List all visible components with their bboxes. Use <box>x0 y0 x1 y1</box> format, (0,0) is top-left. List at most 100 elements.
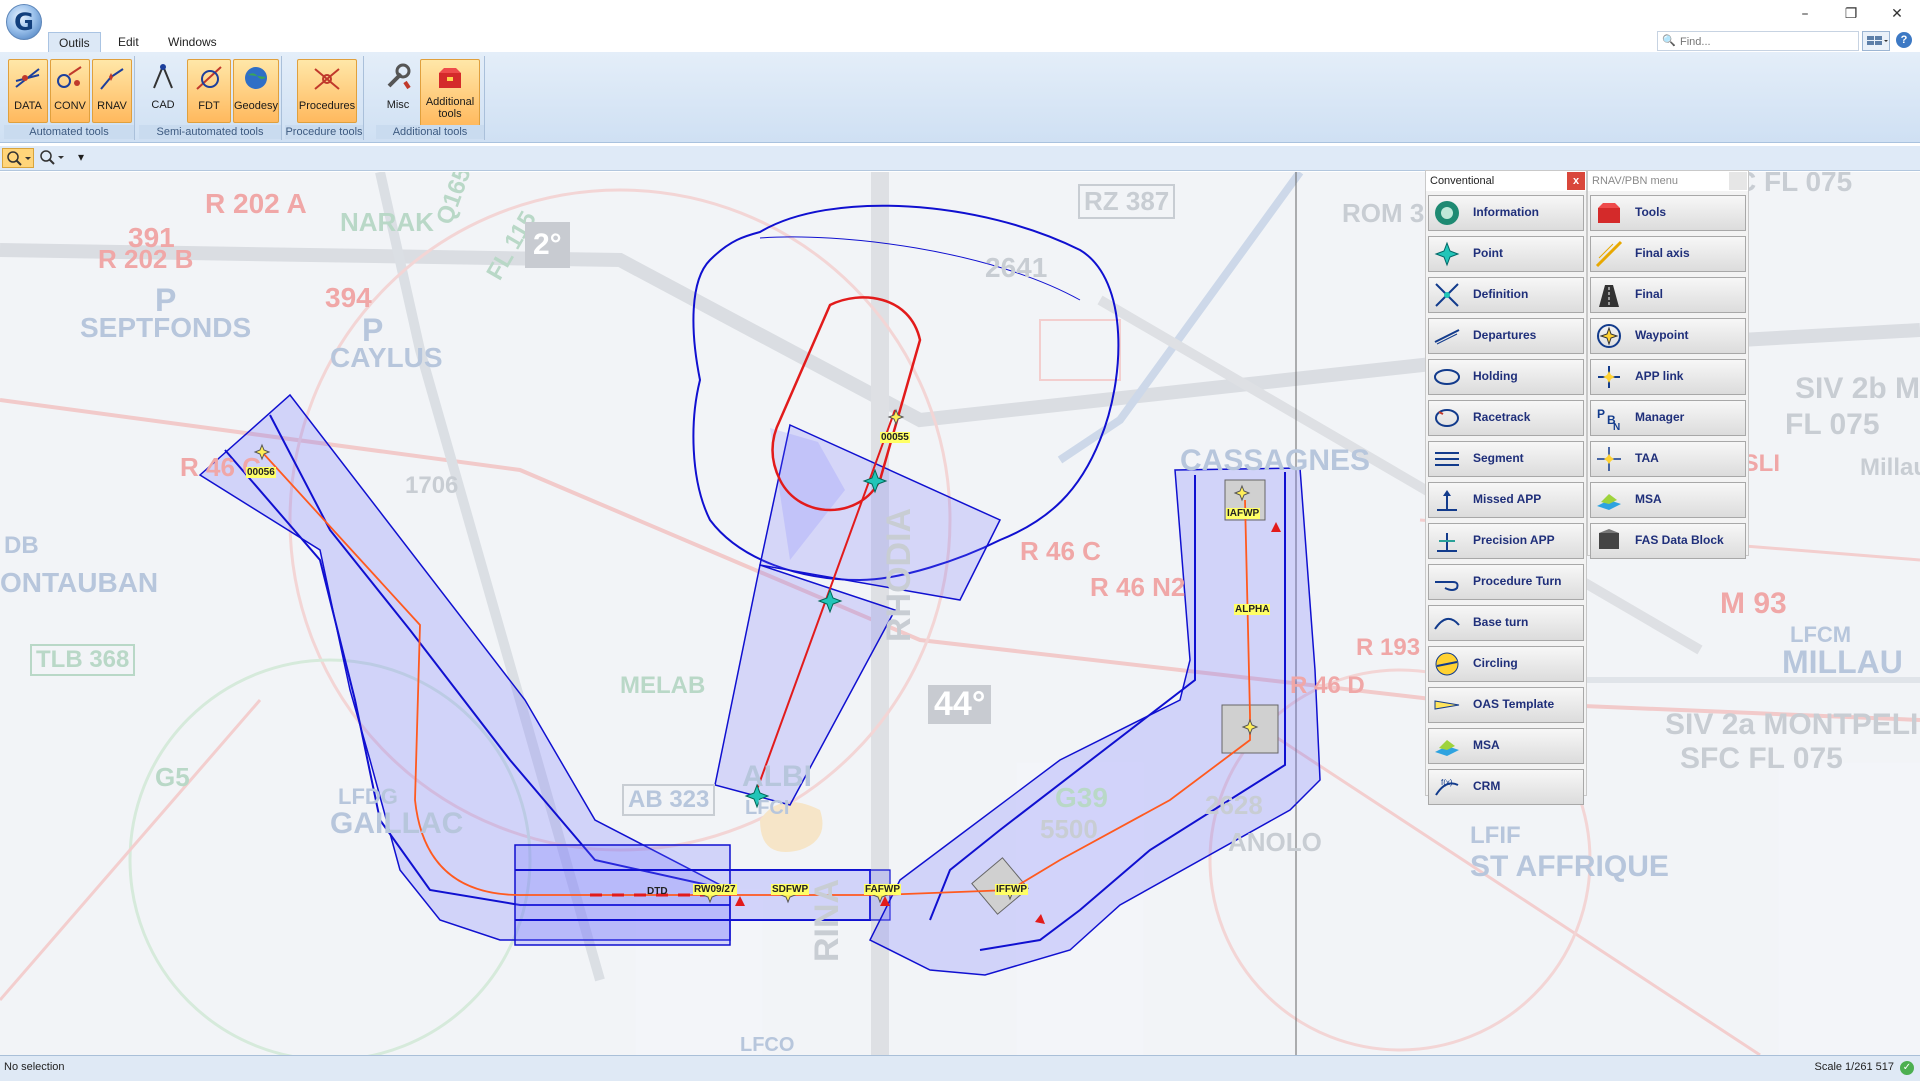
conventional-panel-title: Conventional <box>1426 171 1586 191</box>
conventional-item-label: Definition <box>1473 287 1529 301</box>
zoom-tool-button[interactable] <box>36 148 66 166</box>
procedures-label: Procedures <box>298 100 356 112</box>
map-label: ANOLO <box>1228 827 1322 857</box>
conventional-crm-button[interactable]: f(x) CRM <box>1428 769 1584 805</box>
map-label: NARAK <box>340 207 434 237</box>
geodesy-button[interactable]: Geodesy <box>233 59 279 123</box>
ribbon-group-label: Procedure tools <box>285 125 363 139</box>
map-label: SIV 2b M <box>1795 372 1920 405</box>
rnav-item-label: Waypoint <box>1635 328 1689 342</box>
rnav-final-axis-button[interactable]: Final axis <box>1590 236 1746 272</box>
zoom-tool-icon <box>40 150 64 165</box>
search-icon: 🔍 <box>1662 35 1676 47</box>
ribbon-group-additional: Misc Additional tools Additional tools <box>376 56 485 140</box>
point-icon <box>1434 241 1460 267</box>
app-logo-button[interactable]: G <box>6 4 42 40</box>
rnav-item-label: MSA <box>1635 492 1662 506</box>
conventional-item-label: Circling <box>1473 656 1518 670</box>
cad-label: CAD <box>151 99 175 111</box>
rnav-app-link-button[interactable]: APP link <box>1590 359 1746 395</box>
help-button[interactable]: ? <box>1896 32 1912 48</box>
rnav-waypoint-button[interactable]: Waypoint <box>1590 318 1746 354</box>
rnav-item-label: Manager <box>1635 410 1685 424</box>
map-label: ALBI <box>742 760 812 793</box>
waypoint-label-00055[interactable]: 00055 <box>880 432 910 443</box>
map-label: RHODIA <box>880 507 918 642</box>
rnav-manager-button[interactable]: P B N Manager <box>1590 400 1746 436</box>
waypoint-label-runway[interactable]: RW09/27 <box>693 884 737 895</box>
conventional-msa-button[interactable]: MSA <box>1428 728 1584 764</box>
conventional-holding-button[interactable]: Holding <box>1428 359 1584 395</box>
conventional-procedure-turn-button[interactable]: Procedure Turn <box>1428 564 1584 600</box>
conv-label: CONV <box>54 100 86 112</box>
menu-tab-bar: Outils Edit Windows <box>0 30 1920 53</box>
conventional-precision-app-button[interactable]: Precision APP <box>1428 523 1584 559</box>
toolbox-icon <box>439 68 461 88</box>
additional-tools-button[interactable]: Additional tools <box>420 59 480 127</box>
conventional-panel-close-button[interactable]: x <box>1567 172 1585 190</box>
rnav-msa-button[interactable]: MSA <box>1590 482 1746 518</box>
conventional-circling-button[interactable]: Circling <box>1428 646 1584 682</box>
rnav-fas-data-block-button[interactable]: FAS Data Block <box>1590 523 1746 559</box>
map-label: M 93 <box>1720 587 1787 620</box>
rnav-item-label: Final axis <box>1635 246 1690 260</box>
rnav-tools-button[interactable]: Tools <box>1590 195 1746 231</box>
conventional-missed-app-button[interactable]: Missed APP <box>1428 482 1584 518</box>
conventional-segment-button[interactable]: Segment <box>1428 441 1584 477</box>
waypoint-label-dtd[interactable]: DTD <box>646 886 669 897</box>
customize-quickbar-button[interactable]: ▾ <box>74 148 88 166</box>
close-window-button[interactable]: ✕ <box>1874 0 1920 28</box>
rnav-panel-title: RNAV/PBN menu <box>1588 171 1748 191</box>
conventional-definition-button[interactable]: Definition <box>1428 277 1584 313</box>
misc-button[interactable]: Misc <box>380 59 416 121</box>
waypoint-label-fafwp[interactable]: FAFWP <box>864 884 901 895</box>
fdt-button[interactable]: FDT <box>187 59 231 123</box>
waypoint-label-iffwp[interactable]: IFFWP <box>995 884 1029 895</box>
status-bar: No selection Scale 1/261 517 ✓ <box>0 1055 1920 1081</box>
grid-icon <box>1867 36 1888 45</box>
conventional-item-label: Holding <box>1473 369 1518 383</box>
tab-windows[interactable]: Windows <box>158 32 227 52</box>
data-button[interactable]: DATA <box>8 59 48 123</box>
geodesy-label: Geodesy <box>234 100 279 112</box>
procedures-button[interactable]: Procedures <box>297 59 357 123</box>
information-icon <box>1435 201 1459 225</box>
conv-icon <box>57 66 82 88</box>
map-label: R 46 D <box>1290 672 1365 699</box>
find-input[interactable] <box>1678 33 1852 50</box>
cad-button[interactable]: CAD <box>143 59 183 121</box>
conventional-oas-template-button[interactable]: OAS Template <box>1428 687 1584 723</box>
compass-icon <box>153 64 173 89</box>
map-label: FL 075 <box>1785 408 1880 441</box>
tab-edit[interactable]: Edit <box>108 32 149 52</box>
rnav-final-button[interactable]: Final <box>1590 277 1746 313</box>
waypoint-label-iafwp[interactable]: IAFWP <box>1226 508 1261 519</box>
layout-switcher-button[interactable] <box>1862 31 1890 51</box>
conventional-departures-button[interactable]: Departures <box>1428 318 1584 354</box>
conventional-racetrack-button[interactable]: Racetrack <box>1428 400 1584 436</box>
conventional-item-label: Point <box>1473 246 1503 260</box>
minimize-button[interactable]: – <box>1782 0 1828 28</box>
map-label: DB <box>4 532 39 559</box>
circling-icon <box>1435 652 1459 676</box>
rnav-taa-button[interactable]: TAA <box>1590 441 1746 477</box>
conv-button[interactable]: CONV <box>50 59 90 123</box>
conventional-information-button[interactable]: Information <box>1428 195 1584 231</box>
waypoint-label-00056[interactable]: 00056 <box>246 467 276 478</box>
conventional-base-turn-button[interactable]: Base turn <box>1428 605 1584 641</box>
ribbon-group-label: Automated tools <box>4 125 134 139</box>
tab-outils[interactable]: Outils <box>48 32 101 53</box>
find-box[interactable]: 🔍 <box>1657 31 1859 51</box>
waypoint-label-sdfwp[interactable]: SDFWP <box>771 884 810 895</box>
ok-status-icon: ✓ <box>1900 1061 1914 1075</box>
globe-icon <box>245 67 267 89</box>
rnav-button[interactable]: RNAV <box>92 59 132 123</box>
map-label: LFIF <box>1470 822 1521 849</box>
racetrack-icon <box>1435 409 1459 427</box>
restore-button[interactable]: ❐ <box>1828 0 1874 28</box>
conventional-point-button[interactable]: Point <box>1428 236 1584 272</box>
select-tool-button[interactable] <box>2 148 34 168</box>
waypoint-label-alpha[interactable]: ALPHA <box>1234 604 1271 615</box>
map-label: 2° <box>525 222 570 268</box>
rnav-panel-close-button[interactable] <box>1729 172 1747 190</box>
